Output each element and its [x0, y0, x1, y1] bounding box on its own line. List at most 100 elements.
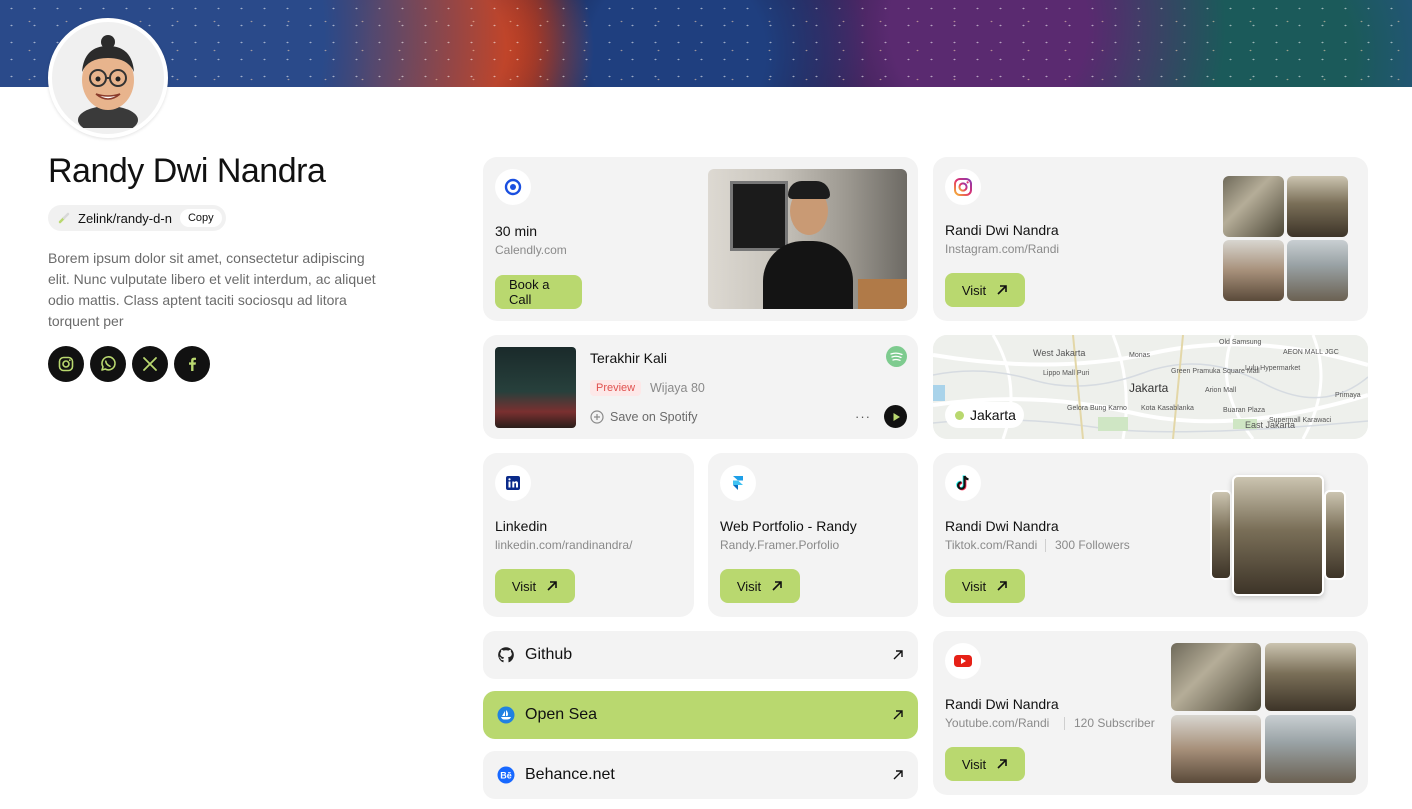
- youtube-thumb-1[interactable]: [1171, 643, 1261, 711]
- framer-subtitle: Randy.Framer.Porfolio: [720, 538, 840, 552]
- youtube-subtitle: Youtube.com/Randi: [945, 716, 1050, 730]
- tiktok-followers: 300 Followers: [1055, 538, 1130, 552]
- tiktok-thumb-main[interactable]: [1232, 475, 1324, 596]
- linkedin-visit-button[interactable]: Visit: [495, 569, 575, 603]
- map-place-kokas: Kota Kasablanka: [1141, 405, 1194, 412]
- calendly-photo: [708, 169, 907, 309]
- book-a-call-button[interactable]: Book a Call: [495, 275, 582, 309]
- linkedin-icon: [506, 476, 520, 490]
- photo-table: [858, 279, 907, 309]
- opensea-link[interactable]: Open Sea: [483, 691, 918, 739]
- map-place-karawaci: Supermall Karawaci: [1269, 417, 1332, 424]
- arrow-up-right-icon: [547, 581, 557, 591]
- map-place-lulu: Lulu Hypermarket: [1245, 365, 1301, 372]
- play-icon: [893, 412, 900, 421]
- instagram-visit-button[interactable]: Visit: [945, 273, 1025, 307]
- framer-icon-wrap: [720, 465, 756, 501]
- map-place-old-samsung: Old Samsung: [1219, 339, 1262, 346]
- photo-person-hair: [788, 181, 830, 199]
- arrow-up-right-icon: [772, 581, 782, 591]
- calendly-subtitle: Calendly.com: [495, 243, 567, 257]
- tiktok-icon-wrap: [945, 465, 981, 501]
- arrow-up-right-icon: [997, 759, 1007, 769]
- tiktok-icon: [956, 475, 969, 491]
- divider: [1064, 717, 1065, 730]
- calendly-icon: [504, 178, 522, 196]
- framer-card[interactable]: Web Portfolio - Randy Randy.Framer.Porfo…: [708, 453, 918, 617]
- more-options-icon[interactable]: ···: [855, 409, 871, 424]
- opensea-icon: [497, 706, 515, 724]
- github-label: Github: [525, 646, 573, 663]
- visit-label: Visit: [961, 578, 987, 594]
- map-place-gbk: Gelora Bung Karno: [1067, 405, 1127, 412]
- linkedin-icon-wrap: [495, 465, 531, 501]
- calendly-card[interactable]: 30 min Calendly.com Book a Call: [483, 157, 918, 321]
- instagram-thumb-3[interactable]: [1223, 240, 1284, 301]
- save-label: Save on Spotify: [610, 410, 698, 424]
- map-place-aeon: AEON MALL JGC: [1283, 349, 1339, 356]
- behance-icon: Bē: [497, 766, 515, 784]
- instagram-thumb-1[interactable]: [1223, 176, 1284, 237]
- social-buttons: [48, 346, 210, 382]
- whatsapp-button[interactable]: [90, 346, 126, 382]
- spotify-card[interactable]: Terakhir Kali Preview Wijaya 80 Save on …: [483, 335, 918, 439]
- preview-badge: Preview: [590, 380, 642, 396]
- photo-monitor: [730, 181, 788, 251]
- youtube-icon: [954, 655, 972, 667]
- map-location-label: Jakarta: [970, 407, 1016, 423]
- copy-button[interactable]: Copy: [179, 209, 222, 227]
- cover-banner: [0, 0, 1412, 87]
- track-title: Terakhir Kali: [590, 350, 668, 366]
- tiktok-thumb-left[interactable]: [1210, 490, 1232, 580]
- tiktok-thumb-right[interactable]: [1324, 490, 1346, 580]
- arrow-up-right-icon: [997, 581, 1007, 591]
- youtube-visit-button[interactable]: Visit: [945, 747, 1025, 781]
- map-card[interactable]: West Jakarta Jakarta East Jakarta Lippo …: [933, 335, 1368, 439]
- youtube-thumb-3[interactable]: [1171, 715, 1261, 783]
- github-link[interactable]: Github: [483, 631, 918, 679]
- zelink-logo-icon: [58, 212, 70, 224]
- framer-visit-button[interactable]: Visit: [720, 569, 800, 603]
- arrow-up-right-icon: [997, 285, 1007, 295]
- linkedin-subtitle: linkedin.com/randinandra/: [495, 538, 633, 552]
- youtube-subscribers: 120 Subscriber: [1074, 716, 1155, 730]
- arrow-up-right-icon: [893, 710, 903, 720]
- opensea-label: Open Sea: [525, 706, 598, 723]
- map-place-lippo: Lippo Mall Puri: [1043, 370, 1090, 377]
- instagram-subtitle: Instagram.com/Randi: [945, 242, 1060, 256]
- instagram-thumb-4[interactable]: [1287, 240, 1348, 301]
- track-artist: Wijaya 80: [650, 381, 705, 395]
- behance-link[interactable]: Bē Behance.net: [483, 751, 918, 799]
- visit-label: Visit: [961, 282, 987, 298]
- instagram-thumb-2[interactable]: [1287, 176, 1348, 237]
- github-icon: [498, 647, 514, 663]
- memoji-avatar-icon: [78, 35, 138, 128]
- handle-text: Zelink/randy-d-n: [78, 210, 172, 226]
- facebook-button[interactable]: [174, 346, 210, 382]
- tiktok-subtitle: Tiktok.com/Randi: [945, 538, 1038, 552]
- divider: [1045, 539, 1046, 552]
- photo-person-body: [763, 241, 853, 309]
- map-place-arion: Arion Mall: [1205, 387, 1237, 394]
- x-button[interactable]: [132, 346, 168, 382]
- play-button[interactable]: [884, 405, 907, 428]
- profile-handle: Zelink/randy-d-n Copy: [48, 205, 226, 231]
- map-place-jakarta: Jakarta: [1129, 381, 1169, 395]
- spotify-waves-icon: [890, 351, 903, 361]
- map-place-buaran: Buaran Plaza: [1223, 407, 1266, 414]
- instagram-button[interactable]: [48, 346, 84, 382]
- spotify-icon: [886, 346, 907, 367]
- tiktok-card[interactable]: Randi Dwi Nandra Tiktok.com/Randi 300 Fo…: [933, 453, 1368, 617]
- youtube-thumb-2[interactable]: [1265, 643, 1356, 711]
- youtube-card[interactable]: Randi Dwi Nandra Youtube.com/Randi 120 S…: [933, 631, 1368, 795]
- calendly-title: 30 min: [495, 223, 538, 239]
- youtube-thumb-4[interactable]: [1265, 715, 1356, 783]
- map-place-monas: Monas: [1129, 352, 1151, 359]
- tiktok-visit-button[interactable]: Visit: [945, 569, 1025, 603]
- save-on-spotify[interactable]: Save on Spotify: [590, 410, 698, 424]
- instagram-card[interactable]: Randi Dwi Nandra Instagram.com/Randi Vis…: [933, 157, 1368, 321]
- instagram-color-icon: [954, 178, 972, 196]
- arrow-up-right-icon: [893, 650, 903, 660]
- whatsapp-icon: [101, 356, 116, 371]
- linkedin-card[interactable]: Linkedin linkedin.com/randinandra/ Visit: [483, 453, 694, 617]
